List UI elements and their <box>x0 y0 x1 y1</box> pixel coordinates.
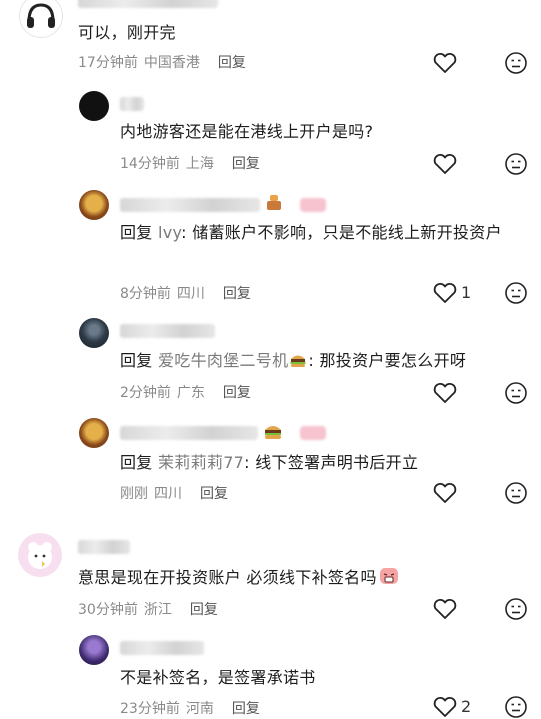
comment-text: 可以，刚开完 <box>78 23 176 42</box>
like-count: 2 <box>461 697 472 716</box>
burger-emoji-icon <box>265 426 281 439</box>
reply-to-user[interactable]: 茉莉莉莉77 <box>158 453 244 472</box>
like-icon[interactable] <box>432 51 458 75</box>
comment-location: 浙江 <box>143 602 172 618</box>
comment-time: 刚刚 <box>120 486 148 502</box>
reply-prefix: 回复 <box>120 351 153 370</box>
emoji-icon <box>267 195 281 210</box>
comment-time: 8分钟前 <box>120 286 171 302</box>
comment-meta: 14分钟前 上海 回复 <box>120 153 266 173</box>
username-blurred[interactable] <box>78 0 218 8</box>
avatar[interactable] <box>79 318 109 348</box>
headphones-avatar-icon <box>27 3 55 28</box>
comment-time: 14分钟前 <box>120 156 180 172</box>
reply-content: : 储蓄账户不影响，只是不能线上新开投资户 <box>181 223 502 242</box>
reply-button[interactable]: 回复 <box>190 602 218 618</box>
burger-emoji-icon <box>290 355 306 367</box>
comment-text: 内地游客还是能在港线上开户是吗? <box>120 122 374 141</box>
user-tag <box>300 426 326 440</box>
username-blurred[interactable] <box>120 198 260 212</box>
avatar[interactable] <box>19 0 63 38</box>
reply-button[interactable]: 回复 <box>232 701 260 717</box>
like-icon[interactable] <box>432 481 458 505</box>
reply-content: : 线下签署声明书后开立 <box>244 453 419 472</box>
like-icon[interactable] <box>432 695 458 719</box>
reply-prefix: 回复 <box>120 453 153 472</box>
reply-button[interactable]: 回复 <box>200 486 228 502</box>
username-blurred[interactable] <box>120 324 215 338</box>
dislike-icon[interactable] <box>504 152 528 176</box>
comment-location: 中国香港 <box>143 55 200 71</box>
comment-meta: 刚刚 四川 回复 <box>120 483 234 503</box>
like-icon[interactable] <box>432 281 458 305</box>
reply-to-user[interactable]: lvy <box>158 223 181 242</box>
comment-location: 四川 <box>176 286 205 302</box>
reply-button[interactable]: 回复 <box>218 55 246 71</box>
dislike-icon[interactable] <box>504 481 528 505</box>
crying-emoji-icon <box>379 568 398 584</box>
comment-location: 河南 <box>185 701 214 717</box>
comment-meta: 8分钟前 四川 回复 <box>120 283 257 303</box>
user-tag <box>300 198 326 212</box>
dislike-icon[interactable] <box>504 51 528 75</box>
avatar[interactable] <box>18 533 62 577</box>
cartoon-avatar-icon <box>28 542 52 569</box>
comment-text: 回复 lvy: 储蓄账户不影响，只是不能线上新开投资户 <box>120 220 530 246</box>
username-blurred[interactable] <box>120 97 144 111</box>
username-blurred[interactable] <box>120 426 258 440</box>
avatar[interactable] <box>79 635 109 665</box>
comment-location: 广东 <box>176 385 205 401</box>
like-icon[interactable] <box>432 152 458 176</box>
reply-content: : 那投资户要怎么开呀 <box>308 351 467 370</box>
comment-location: 上海 <box>185 156 214 172</box>
avatar[interactable] <box>79 190 109 220</box>
reply-button[interactable]: 回复 <box>223 286 251 302</box>
dislike-icon[interactable] <box>504 381 528 405</box>
avatar[interactable] <box>79 418 109 448</box>
comment-text: 回复 爱吃牛肉堡二号机 : 那投资户要怎么开呀 <box>120 348 530 374</box>
comment-location: 四川 <box>154 486 182 502</box>
comment-meta: 30分钟前 浙江 回复 <box>78 599 224 619</box>
dislike-icon[interactable] <box>504 597 528 621</box>
comment-meta: 23分钟前 河南 回复 <box>120 698 266 718</box>
comment-text: 不是补签名，是签署承诺书 <box>120 668 316 687</box>
comment-meta: 2分钟前 广东 回复 <box>120 382 257 402</box>
comment-time: 17分钟前 <box>78 55 138 71</box>
dislike-icon[interactable] <box>504 281 528 305</box>
comment-meta: 17分钟前 中国香港 回复 <box>78 52 252 72</box>
comment-time: 23分钟前 <box>120 701 180 717</box>
like-count: 1 <box>461 283 472 302</box>
username-blurred[interactable] <box>120 641 204 655</box>
comment-time: 30分钟前 <box>78 602 138 618</box>
comment-text: 回复 茉莉莉莉77: 线下签署声明书后开立 <box>120 450 530 476</box>
dislike-icon[interactable] <box>504 695 528 719</box>
comment-content: 意思是现在开投资账户 必须线下补签名吗 <box>78 568 377 587</box>
reply-prefix: 回复 <box>120 223 153 242</box>
like-icon[interactable] <box>432 381 458 405</box>
username-blurred[interactable] <box>78 540 130 554</box>
comment-time: 2分钟前 <box>120 385 171 401</box>
avatar[interactable] <box>79 91 109 121</box>
reply-button[interactable]: 回复 <box>232 156 260 172</box>
reply-button[interactable]: 回复 <box>223 385 251 401</box>
comment-text: 意思是现在开投资账户 必须线下补签名吗 <box>78 565 528 591</box>
reply-to-user[interactable]: 爱吃牛肉堡二号机 <box>158 351 288 370</box>
like-icon[interactable] <box>432 597 458 621</box>
